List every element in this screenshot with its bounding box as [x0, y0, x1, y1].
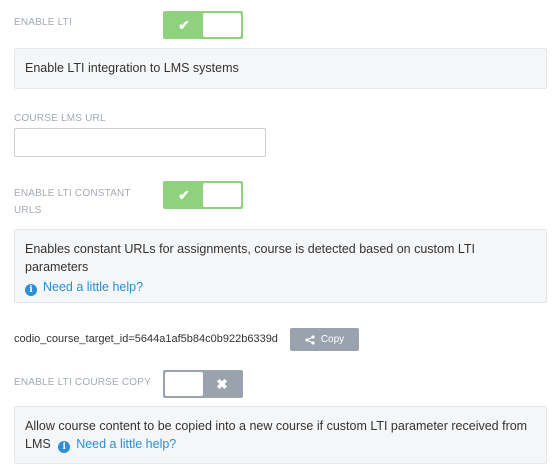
- copy-button[interactable]: Copy: [290, 328, 359, 351]
- check-icon: ✔: [178, 16, 190, 33]
- info-icon: i: [25, 284, 37, 296]
- check-icon: ✔: [178, 186, 190, 203]
- info-icon: i: [58, 441, 71, 453]
- enable-lti-toggle[interactable]: ✔: [163, 11, 243, 39]
- close-icon: ✖: [216, 375, 228, 392]
- toggle-knob: [165, 372, 203, 396]
- enable-lti-description: Enable LTI integration to LMS systems: [25, 61, 239, 75]
- label-line-2: URLS: [14, 205, 42, 216]
- enable-lti-course-copy-label: ENABLE LTI COURSE COPY: [14, 377, 152, 388]
- enable-lti-constant-urls-toggle[interactable]: ✔: [163, 181, 243, 209]
- course-lms-url-label: COURSE LMS URL: [14, 113, 106, 124]
- constant-urls-description: Enables constant URLs for assignments, c…: [25, 242, 475, 274]
- constant-urls-description-box: Enables constant URLs for assignments, c…: [14, 229, 547, 303]
- course-copy-description-box: Allow course content to be copied into a…: [14, 406, 547, 464]
- constant-urls-help-link[interactable]: Need a little help?: [43, 280, 143, 294]
- course-lms-url-input[interactable]: [14, 128, 266, 157]
- course-copy-help-link[interactable]: Need a little help?: [76, 437, 176, 451]
- enable-lti-label: ENABLE LTI: [14, 17, 72, 28]
- toggle-knob: [203, 183, 241, 207]
- toggle-knob: [203, 13, 241, 37]
- label-line-1: ENABLE LTI CONSTANT: [14, 188, 131, 199]
- enable-lti-course-copy-toggle[interactable]: ✖: [163, 370, 243, 398]
- enable-lti-constant-urls-label: ENABLE LTI CONSTANT URLS: [14, 185, 131, 219]
- copy-button-label: Copy: [320, 334, 345, 345]
- course-target-id: codio_course_target_id=5644a1af5b84c0b92…: [14, 333, 278, 345]
- share-icon: [305, 334, 315, 345]
- enable-lti-description-box: Enable LTI integration to LMS systems: [14, 48, 547, 89]
